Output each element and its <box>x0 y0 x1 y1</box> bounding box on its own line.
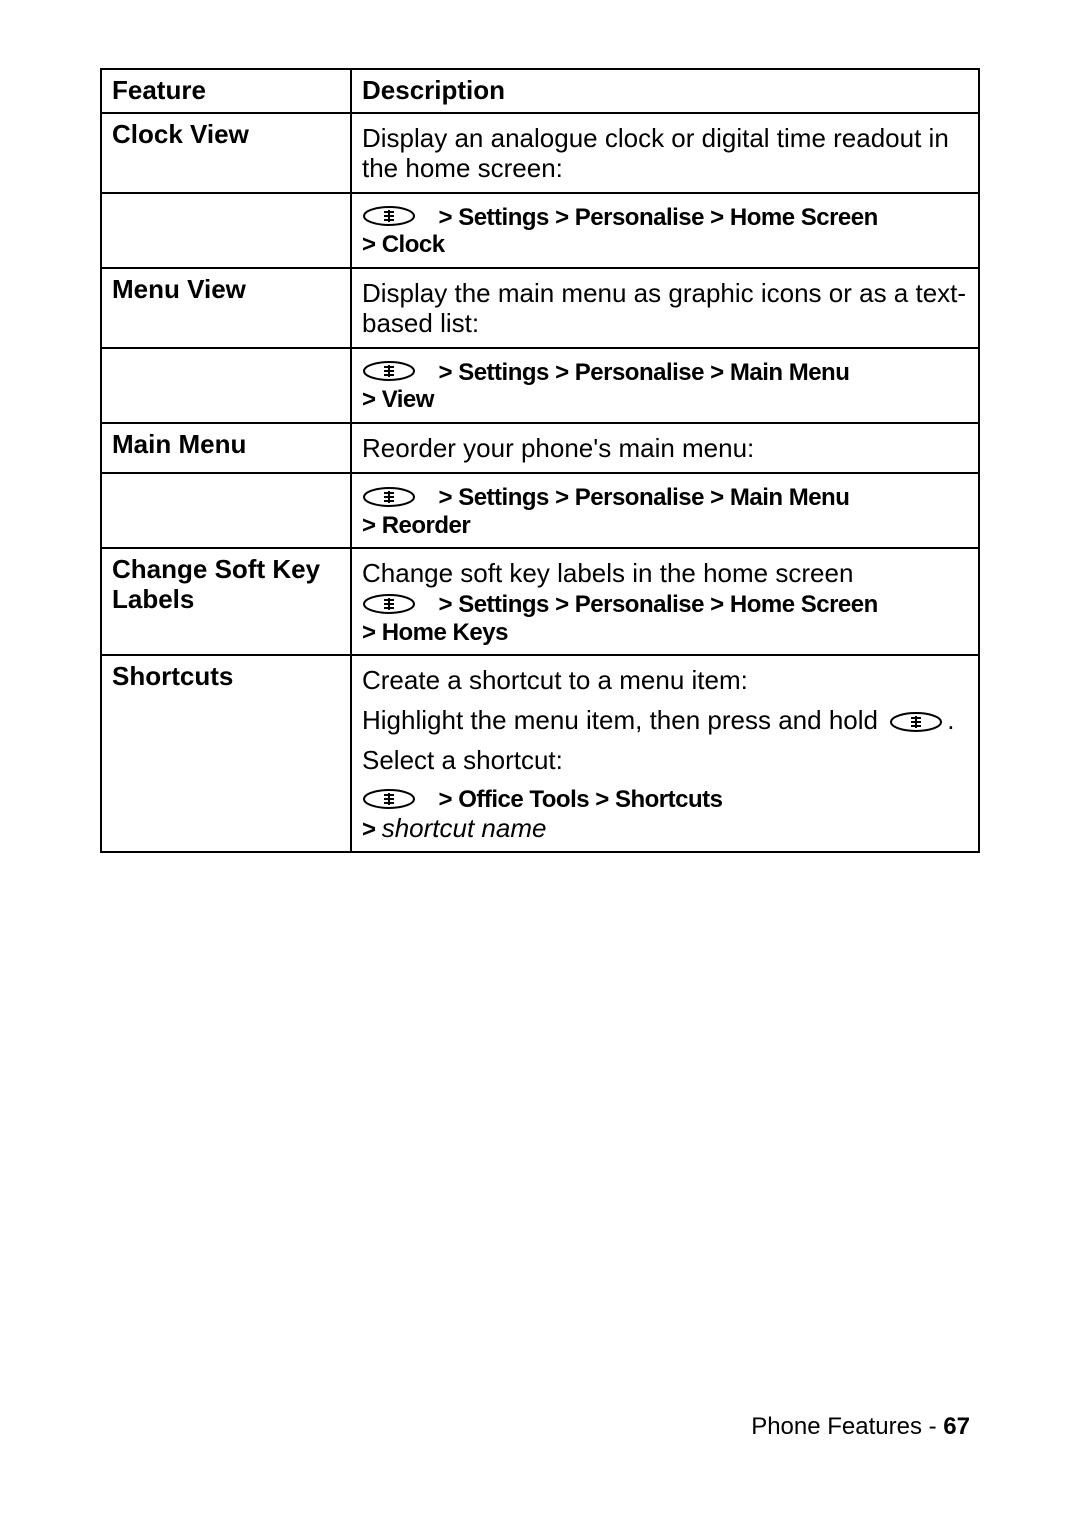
description-cell: Display an analogue clock or digital tim… <box>351 113 979 193</box>
nav-sep: > <box>555 591 575 618</box>
nav-step: Personalise <box>575 484 704 511</box>
nav-sep: > <box>555 484 575 511</box>
header-description: Description <box>351 69 979 113</box>
feature-cell-soft-key: Change Soft Key Labels <box>101 548 351 655</box>
feature-cell-main-menu: Main Menu <box>101 423 351 473</box>
nav-step: View <box>382 386 434 413</box>
menu-key-icon <box>362 205 416 227</box>
nav-sep: > <box>432 204 458 231</box>
feature-cell-empty <box>101 473 351 548</box>
feature-cell-shortcuts: Shortcuts <box>101 655 351 852</box>
feature-cell-empty <box>101 348 351 423</box>
nav-sep: > <box>362 386 382 413</box>
nav-sep: > <box>432 786 458 813</box>
description-cell: Change soft key labels in the home scree… <box>351 548 979 655</box>
nav-cell: > Settings > Personalise > Main Menu > V… <box>351 348 979 423</box>
nav-sep: > <box>710 591 730 618</box>
nav-step: Clock <box>382 231 445 258</box>
nav-step: Settings <box>458 484 549 511</box>
nav-step: Shortcuts <box>615 786 723 813</box>
table-row: > Settings > Personalise > Main Menu > R… <box>101 473 979 548</box>
nav-step: Personalise <box>575 204 704 231</box>
page-number: 67 <box>943 1413 970 1440</box>
nav-sep: > <box>555 359 575 386</box>
table-row: Clock View Display an analogue clock or … <box>101 113 979 193</box>
nav-cell: > Settings > Personalise > Home Screen >… <box>351 193 979 268</box>
nav-step: Reorder <box>382 512 471 539</box>
nav-sep: > <box>595 786 615 813</box>
nav-step: Main Menu <box>730 484 850 511</box>
description-text: Select a shortcut: <box>362 745 563 775</box>
nav-sep: > <box>362 512 382 539</box>
nav-step: Personalise <box>575 359 704 386</box>
nav-step: Settings <box>458 359 549 386</box>
menu-key-icon <box>362 788 416 810</box>
page-footer: Phone Features - 67 <box>751 1413 970 1441</box>
description-cell: Reorder your phone's main menu: <box>351 423 979 473</box>
description-text: Create a shortcut to a menu item: <box>362 665 748 695</box>
nav-sep: > <box>362 231 382 258</box>
nav-step: Settings <box>458 591 549 618</box>
description-text: . <box>947 705 954 735</box>
nav-sep: > <box>555 204 575 231</box>
nav-step: Settings <box>458 204 549 231</box>
description-text: Display the main menu as graphic icons o… <box>362 278 966 338</box>
footer-sep: - <box>922 1413 943 1440</box>
nav-step: Main Menu <box>730 359 850 386</box>
table-row: Menu View Display the main menu as graph… <box>101 268 979 348</box>
nav-step: Home Keys <box>382 619 508 646</box>
menu-key-icon <box>362 486 416 508</box>
description-text: Reorder your phone's main menu: <box>362 433 754 463</box>
feature-cell-clock-view: Clock View <box>101 113 351 193</box>
menu-key-icon <box>362 593 416 615</box>
header-feature: Feature <box>101 69 351 113</box>
nav-sep: > <box>362 816 382 843</box>
description-text: Display an analogue clock or digital tim… <box>362 123 949 183</box>
table-row: Change Soft Key Labels Change soft key l… <box>101 548 979 655</box>
feature-cell-menu-view: Menu View <box>101 268 351 348</box>
menu-key-icon <box>889 711 943 733</box>
nav-step: Office Tools <box>458 786 589 813</box>
table-row: Main Menu Reorder your phone's main menu… <box>101 423 979 473</box>
nav-sep: > <box>710 204 730 231</box>
nav-sep: > <box>432 359 458 386</box>
table-row: > Settings > Personalise > Home Screen >… <box>101 193 979 268</box>
nav-sep: > <box>710 359 730 386</box>
nav-cell: > Settings > Personalise > Main Menu > R… <box>351 473 979 548</box>
table-header-row: Feature Description <box>101 69 979 113</box>
nav-sep: > <box>432 591 458 618</box>
nav-sep: > <box>710 484 730 511</box>
nav-sep: > <box>432 484 458 511</box>
nav-sep: > <box>362 619 382 646</box>
nav-step: Home Screen <box>730 204 878 231</box>
description-text: Highlight the menu item, then press and … <box>362 705 878 735</box>
description-cell: Create a shortcut to a menu item: Highli… <box>351 655 979 852</box>
description-cell: Display the main menu as graphic icons o… <box>351 268 979 348</box>
footer-section-label: Phone Features <box>751 1413 922 1440</box>
nav-step-variable: shortcut name <box>382 813 547 843</box>
menu-key-icon <box>362 360 416 382</box>
table-row: Shortcuts Create a shortcut to a menu it… <box>101 655 979 852</box>
feature-cell-empty <box>101 193 351 268</box>
nav-step: Home Screen <box>730 591 878 618</box>
manual-page: Feature Description Clock View Display a… <box>0 0 1080 1521</box>
table-row: > Settings > Personalise > Main Menu > V… <box>101 348 979 423</box>
nav-step: Personalise <box>575 591 704 618</box>
feature-table: Feature Description Clock View Display a… <box>100 68 980 853</box>
description-text: Change soft key labels in the home scree… <box>362 558 853 588</box>
